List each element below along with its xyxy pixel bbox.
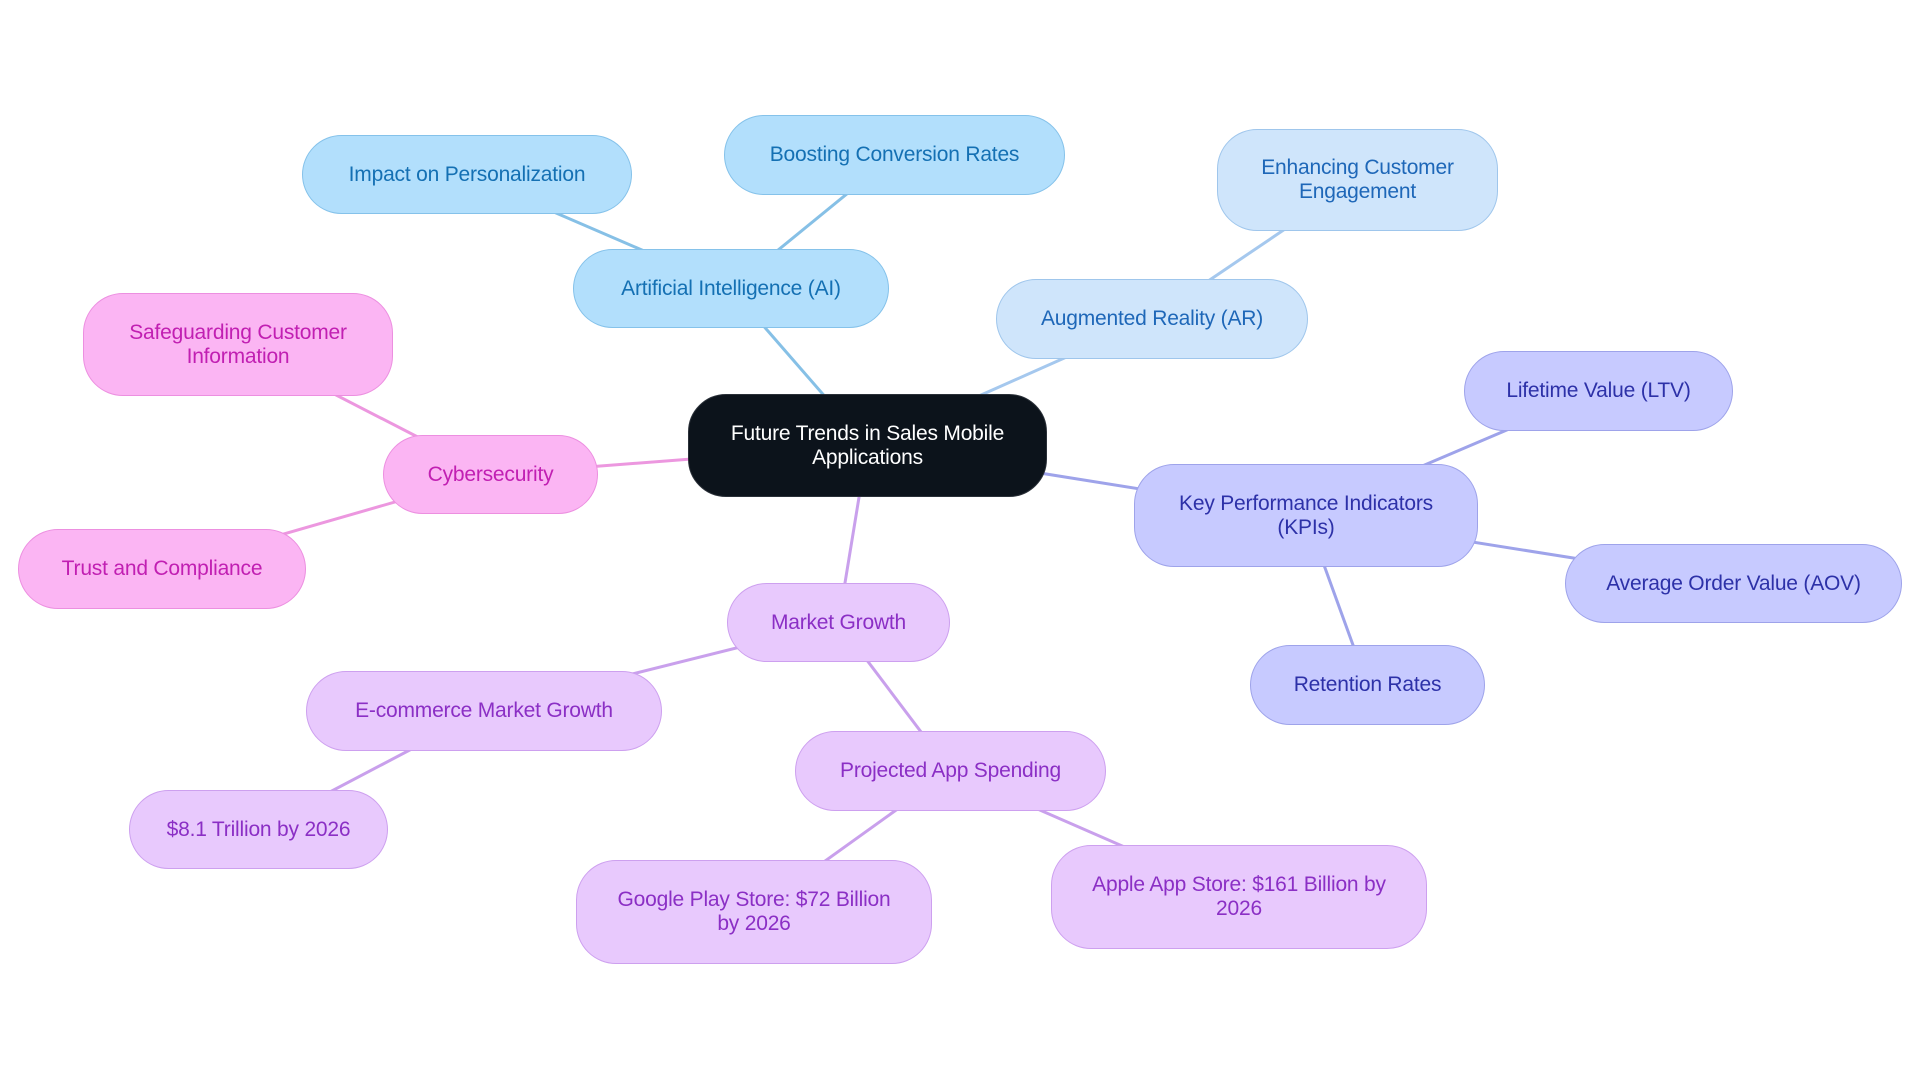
- node-label: Cybersecurity: [427, 462, 554, 486]
- node-label: Trust and Compliance: [61, 557, 263, 580]
- node-label: Enhancing Customer Engagement: [1261, 156, 1454, 203]
- node-ecommerce-market-growth[interactable]: E-commerce Market Growth: [306, 671, 662, 751]
- node-label: Key Performance Indicators (KPIs): [1179, 491, 1433, 539]
- node-label: Artificial Intelligence (AI): [621, 276, 841, 300]
- node-label: Market Growth: [770, 610, 907, 634]
- node-label: $8.1 Trillion by 2026: [166, 817, 351, 841]
- node-enhancing-customer-engagement[interactable]: Enhancing Customer Engagement: [1217, 129, 1498, 231]
- node-label: Lifetime Value (LTV): [1506, 379, 1691, 402]
- node-projected-app-spending[interactable]: Projected App Spending: [795, 731, 1106, 811]
- node-label: Average Order Value (AOV): [1606, 571, 1861, 595]
- node-trust-and-compliance[interactable]: Trust and Compliance: [18, 529, 306, 609]
- node-label: Safeguarding Customer Information: [129, 320, 347, 368]
- node-label: Projected App Spending: [840, 759, 1061, 782]
- node-market-growth[interactable]: Market Growth: [727, 583, 950, 662]
- node-label: Google Play Store: $72 Billion by 2026: [617, 888, 891, 935]
- node-apple-app-store-spending[interactable]: Apple App Store: $161 Billion by 2026: [1051, 845, 1427, 949]
- root-node-label: Future Trends in Sales Mobile Applicatio…: [730, 421, 1005, 469]
- node-label: E-commerce Market Growth: [355, 699, 613, 722]
- node-label: Augmented Reality (AR): [1040, 307, 1264, 330]
- node-impact-on-personalization[interactable]: Impact on Personalization: [302, 135, 632, 214]
- node-retention-rates[interactable]: Retention Rates: [1250, 645, 1485, 725]
- node-label: Impact on Personalization: [348, 162, 586, 186]
- node-augmented-reality[interactable]: Augmented Reality (AR): [996, 279, 1308, 359]
- node-boosting-conversion-rates[interactable]: Boosting Conversion Rates: [724, 115, 1065, 195]
- node-average-order-value[interactable]: Average Order Value (AOV): [1565, 544, 1902, 623]
- node-8-1-trillion-by-2026[interactable]: $8.1 Trillion by 2026: [129, 790, 388, 869]
- node-key-performance-indicators[interactable]: Key Performance Indicators (KPIs): [1134, 464, 1478, 567]
- node-google-play-store-spending[interactable]: Google Play Store: $72 Billion by 2026: [576, 860, 932, 964]
- node-safeguarding-customer-information[interactable]: Safeguarding Customer Information: [83, 293, 393, 396]
- node-lifetime-value[interactable]: Lifetime Value (LTV): [1464, 351, 1733, 431]
- node-artificial-intelligence[interactable]: Artificial Intelligence (AI): [573, 249, 889, 328]
- root-node[interactable]: Future Trends in Sales Mobile Applicatio…: [688, 394, 1047, 497]
- node-label: Apple App Store: $161 Billion by 2026: [1092, 873, 1386, 920]
- node-label: Retention Rates: [1293, 673, 1442, 696]
- node-cybersecurity[interactable]: Cybersecurity: [383, 435, 598, 514]
- node-label: Boosting Conversion Rates: [769, 143, 1020, 166]
